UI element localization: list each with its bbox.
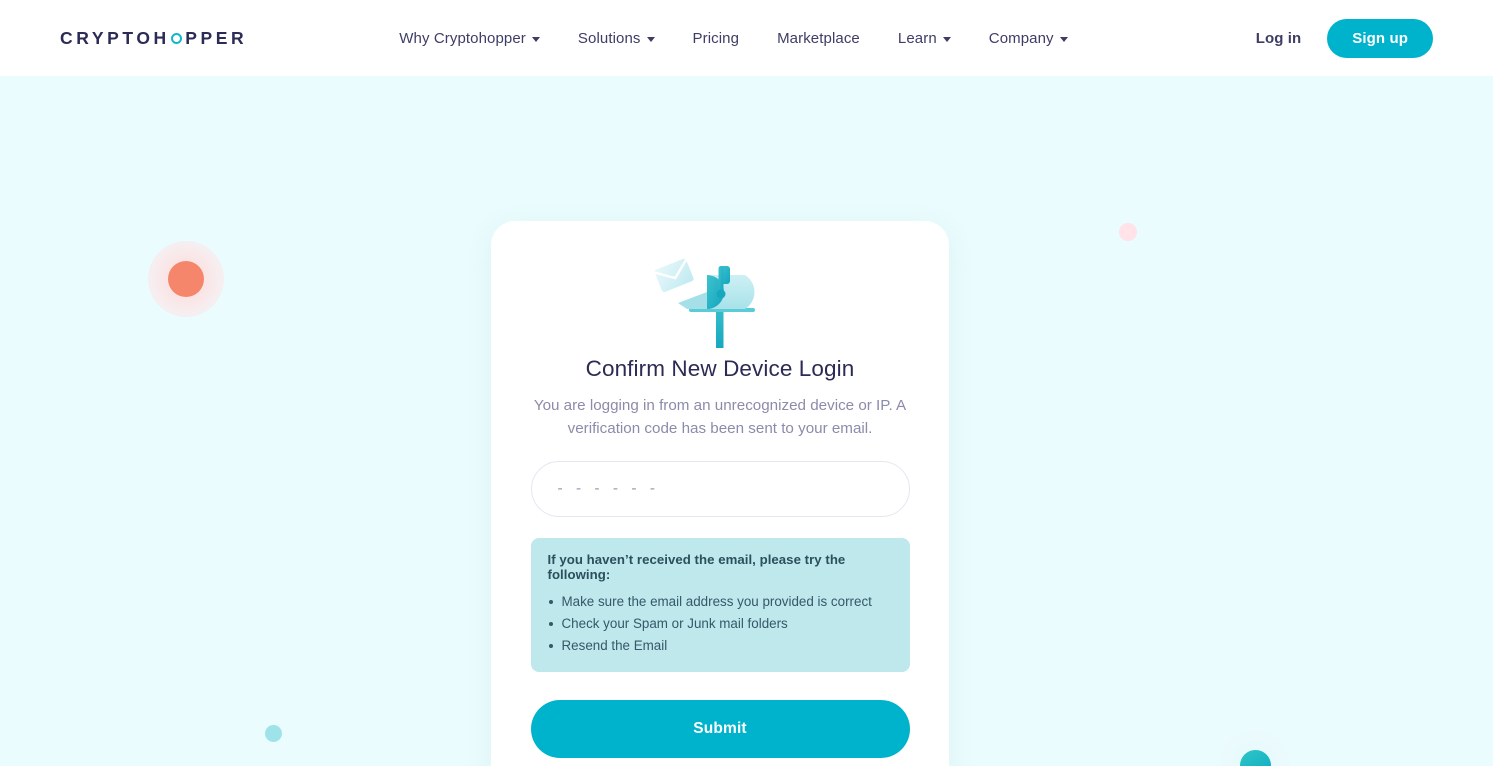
list-item: Check your Spam or Junk mail folders <box>548 613 893 635</box>
submit-button[interactable]: Submit <box>530 700 910 758</box>
email-help-list: Make sure the email address you provided… <box>548 591 893 657</box>
nav-item-learn[interactable]: Learn <box>898 30 951 47</box>
logo-text-part1: CRYPTOH <box>60 27 170 48</box>
card-description: You are logging in from an unrecognized … <box>533 397 907 437</box>
logo-text-part2: PPER <box>185 27 248 48</box>
cryptohopper-logo[interactable]: CRYPTOH PPER <box>60 28 247 49</box>
email-help-title: If you haven’t received the email, pleas… <box>547 552 846 582</box>
list-item: Resend the Email <box>548 635 893 657</box>
circle-ring-icon <box>170 32 182 44</box>
nav-label: Marketplace <box>777 29 860 47</box>
verification-code-input[interactable] <box>530 461 910 517</box>
chevron-down-icon <box>531 36 540 42</box>
decorative-coral-dot <box>168 261 204 297</box>
nav-label: Why Cryptohopper <box>399 29 526 47</box>
decorative-small-teal-dot <box>265 725 282 742</box>
confirm-device-card: Confirm New Device Login You are logging… <box>491 221 949 766</box>
list-item: Make sure the email address you provided… <box>548 591 893 613</box>
chevron-down-icon <box>942 36 951 42</box>
nav-label: Pricing <box>692 29 740 47</box>
nav-label: Learn <box>897 29 937 47</box>
nav-item-marketplace[interactable]: Marketplace <box>777 30 860 47</box>
chevron-down-icon <box>1059 36 1068 42</box>
nav-label: Company <box>988 29 1054 47</box>
nav-item-pricing[interactable]: Pricing <box>693 30 740 47</box>
signup-button[interactable]: Sign up <box>1327 18 1433 58</box>
nav-label: Solutions <box>577 29 641 47</box>
chevron-down-icon <box>646 36 655 42</box>
mailbox-with-envelope-icon <box>654 258 755 348</box>
site-header: CRYPTOH PPER Why Cryptohopper Solutions … <box>0 0 1493 76</box>
header-actions: Log in Sign up <box>1256 18 1433 58</box>
page-title: Confirm New Device Login <box>585 356 855 381</box>
login-link[interactable]: Log in <box>1256 30 1302 47</box>
email-help-box: If you haven’t received the email, pleas… <box>530 538 910 672</box>
decorative-pink-dot <box>1119 223 1137 241</box>
nav-item-why-cryptohopper[interactable]: Why Cryptohopper <box>399 30 540 47</box>
nav-item-company[interactable]: Company <box>989 30 1068 47</box>
main-navigation: Why Cryptohopper Solutions Pricing Marke… <box>399 30 1068 47</box>
nav-item-solutions[interactable]: Solutions <box>578 30 655 47</box>
page-body: Confirm New Device Login You are logging… <box>0 76 1493 766</box>
